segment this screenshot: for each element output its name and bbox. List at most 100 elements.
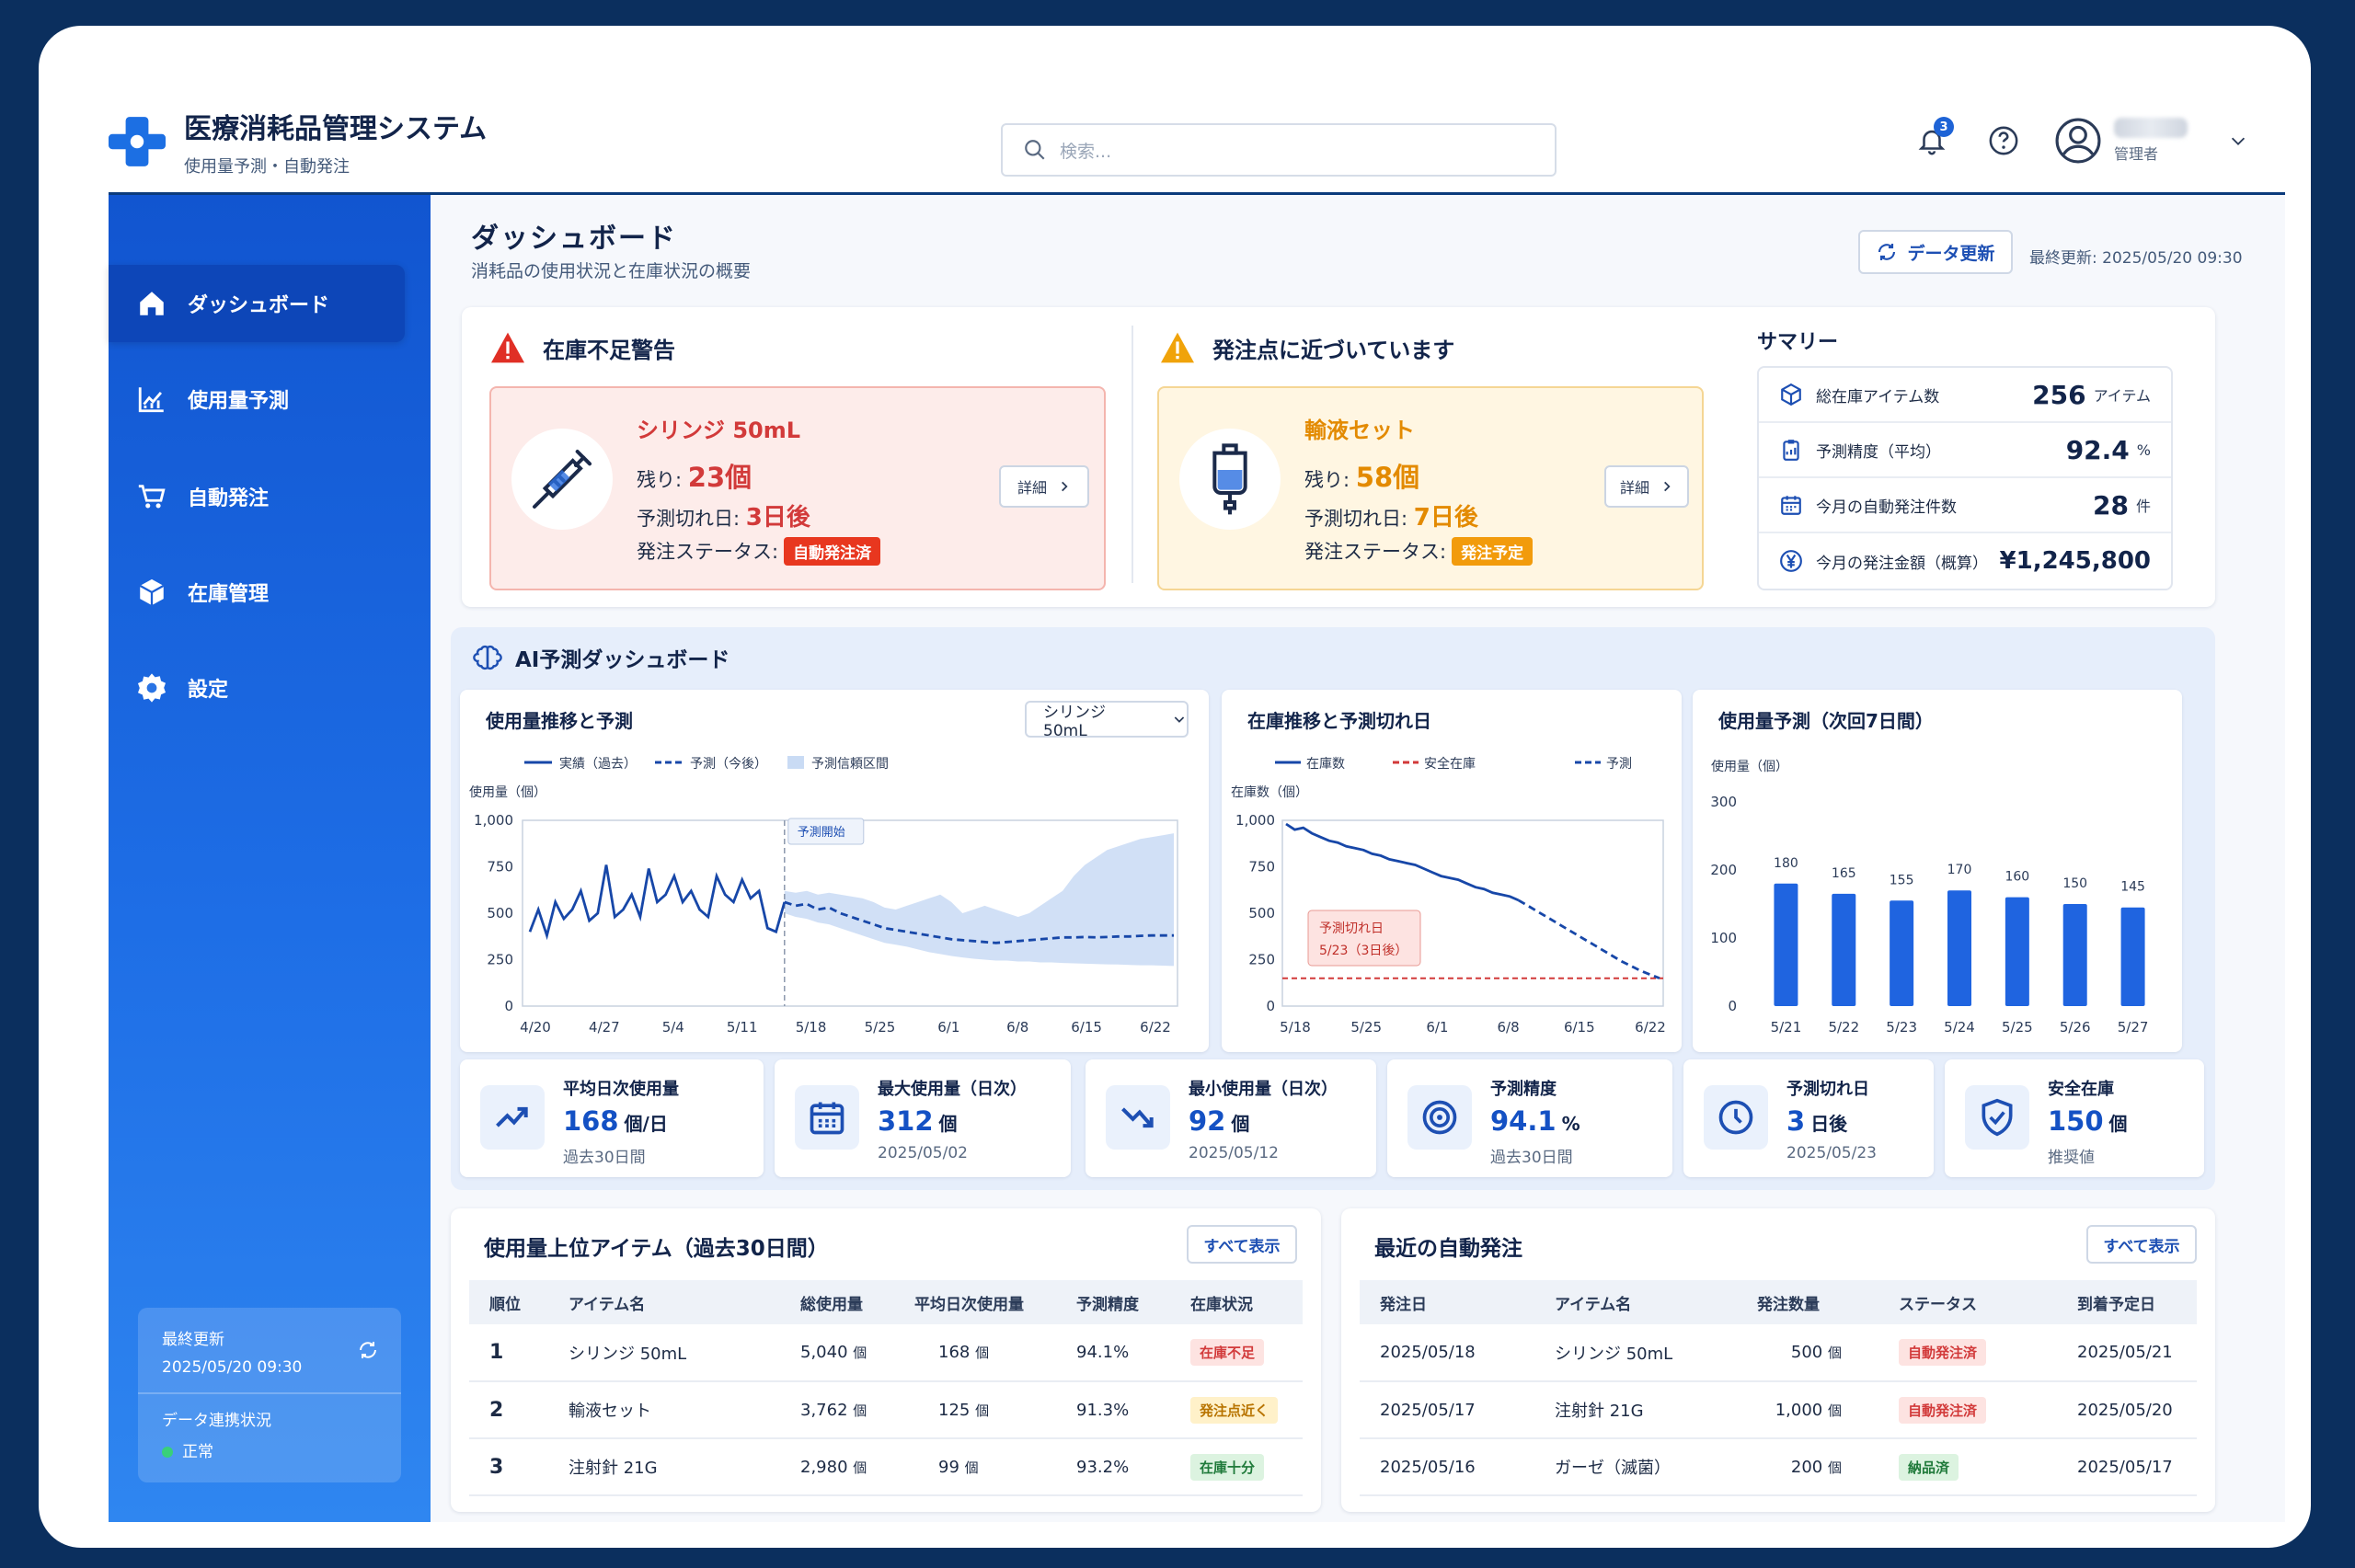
order-qty: 200 個 <box>1737 1438 1878 1496</box>
cube-icon <box>1781 383 1801 406</box>
y-tick-label: 100 <box>1710 930 1737 946</box>
x-tick-label: 5/22 <box>1828 1019 1859 1036</box>
x-tick-label: 6/8 <box>1498 1019 1520 1036</box>
gear-icon <box>137 673 167 703</box>
last-update-value: 2025/05/20 09:30 <box>162 1358 303 1377</box>
shortage-remaining: 23個 <box>687 462 752 493</box>
bar-value-label: 145 <box>2120 880 2145 895</box>
forecast-bar <box>1947 890 1971 1006</box>
item-name: シリンジ 50mL <box>548 1324 780 1382</box>
table-row[interactable]: 2 輸液セット 3,762 個 125 個 91.3% 発注点近く <box>469 1381 1303 1439</box>
warning-icon <box>1161 332 1194 363</box>
user-name-blurred <box>2114 118 2188 138</box>
forecast-bar <box>2062 904 2087 1006</box>
x-tick-label: 6/1 <box>1426 1019 1448 1036</box>
top-items-card: 使用量上位アイテム（過去30日間） すべて表示 順位 アイテム名 総使用量 平均… <box>451 1208 1321 1512</box>
near-reorder-alert-card[interactable]: 輸液セット 残り: 58個 予測切れ日: 7日後 発注ステータス: 発注予定 詳細 <box>1157 386 1704 590</box>
home-icon <box>140 292 164 315</box>
top-items-view-all-button[interactable]: すべて表示 <box>1187 1225 1297 1264</box>
total-usage: 3,762 個 <box>780 1381 894 1439</box>
accuracy: 93.2% <box>1056 1438 1170 1496</box>
shield-icon <box>1965 1085 2029 1150</box>
order-status: 納品済 <box>1878 1438 2057 1496</box>
recent-orders-view-all-button[interactable]: すべて表示 <box>2086 1225 2197 1264</box>
bar-value-label: 155 <box>1890 873 1914 887</box>
sidebar-item-label: 在庫管理 <box>188 583 270 606</box>
sync-icon[interactable] <box>357 1339 379 1361</box>
shortage-detail-button[interactable]: 詳細 <box>999 465 1089 508</box>
user-menu[interactable]: 管理者 <box>2055 118 2248 164</box>
x-tick-label: 5/11 <box>727 1019 758 1036</box>
recent-orders-card: 最近の自動発注 すべて表示 発注日 アイテム名 発注数量 ステータス 到着予定日… <box>1341 1208 2215 1512</box>
order-qty: 1,000 個 <box>1737 1381 1878 1439</box>
summary-row: 今月の自動発注件数 28 件 <box>1759 478 2171 533</box>
near-remaining: 58個 <box>1355 462 1420 493</box>
app-window: 医療消耗品管理システム 使用量予測・自動発注 検索... 3 管理者 ダッシュボ… <box>39 26 2311 1548</box>
sidebar-item-auto-order[interactable]: 自動発注 <box>109 458 405 535</box>
status-badge: 発注予定 <box>1452 537 1534 566</box>
order-date: 2025/05/17 <box>1360 1381 1534 1439</box>
order-date: 2025/05/18 <box>1360 1324 1534 1382</box>
table-row[interactable]: 2025/05/18 シリンジ 50mL 500 個自動発注済 2025/05/21 <box>1360 1324 2197 1382</box>
sidebar-item-dashboard[interactable]: ダッシュボード <box>109 265 405 342</box>
x-tick-label: 5/4 <box>662 1019 684 1036</box>
summary-row: 予測精度（平均） 92.4% <box>1759 423 2171 478</box>
top-items-table: 順位 アイテム名 総使用量 平均日次使用量 予測精度 在庫状況 1 シリンジ 50… <box>469 1280 1303 1496</box>
page-subtitle: 消耗品の使用状況と在庫状況の概要 <box>471 261 752 281</box>
stock-status: 在庫十分 <box>1170 1438 1303 1496</box>
chevron-down-icon <box>2231 137 2246 145</box>
refresh-button[interactable]: データ更新 <box>1858 230 2013 274</box>
stat-safety-stock: 安全在庫 150 個 推奨値 <box>1945 1059 2204 1177</box>
main-content: ダッシュボード 消耗品の使用状況と在庫状況の概要 データ更新 最終更新: 202… <box>431 195 2285 1522</box>
stock-forecast-line <box>1517 898 1660 980</box>
search-input[interactable]: 検索... <box>1001 123 1557 177</box>
stat-max-daily: 最大使用量（日次） 312 個 2025/05/02 <box>775 1059 1071 1177</box>
notification-button[interactable]: 3 <box>1912 117 1954 161</box>
y-tick-label: 1,000 <box>1235 812 1275 829</box>
rank: 3 <box>469 1438 548 1496</box>
sidebar-item-inventory[interactable]: 在庫管理 <box>109 554 405 631</box>
forecast-bar <box>2005 897 2029 1006</box>
stat-accuracy: 予測精度 94.1% 過去30日間 <box>1387 1059 1672 1177</box>
annotation-label: 予測開始 <box>798 826 845 840</box>
clipboard-icon <box>1783 440 1799 461</box>
y-tick-label: 750 <box>1248 859 1275 876</box>
table-row[interactable]: 3 注射針 21G 2,980 個 99 個 93.2% 在庫十分 <box>469 1438 1303 1496</box>
eta-date: 2025/05/20 <box>2057 1381 2197 1439</box>
near-detail-button[interactable]: 詳細 <box>1604 465 1689 508</box>
app-logo[interactable]: 医療消耗品管理システム 使用量予測・自動発注 <box>109 106 808 177</box>
y-tick-label: 500 <box>1248 905 1275 921</box>
order-date: 2025/05/16 <box>1360 1438 1534 1496</box>
refresh-icon <box>1878 244 1896 260</box>
x-tick-label: 5/26 <box>2060 1019 2091 1036</box>
order-status: 自動発注済 <box>1878 1324 2057 1382</box>
help-button[interactable] <box>1983 120 2024 161</box>
legend-label: 予測 <box>1606 757 1632 772</box>
trend-up-icon <box>480 1085 545 1150</box>
syringe-icon <box>511 429 613 530</box>
summary-title: サマリー <box>1757 331 1839 354</box>
table-row[interactable]: 2025/05/16 ガーゼ（滅菌） 200 個納品済 2025/05/17 <box>1360 1438 2197 1496</box>
x-tick-label: 5/18 <box>1280 1019 1311 1036</box>
y-axis-label: 使用量（個） <box>469 784 546 800</box>
shortage-alert-card[interactable]: シリンジ 50mL 残り: 23個 予測切れ日: 3日後 発注ステータス: 自動発… <box>489 386 1106 590</box>
recent-orders-title: 最近の自動発注 <box>1374 1237 1522 1261</box>
table-row[interactable]: 1 シリンジ 50mL 5,040 個 168 個 94.1% 在庫不足 <box>469 1324 1303 1382</box>
help-icon <box>1989 126 2018 155</box>
y-axis-label: 使用量（個） <box>1711 759 1788 774</box>
stock-status: 在庫不足 <box>1170 1324 1303 1382</box>
stat-runout: 予測切れ日 3 日後 2025/05/23 <box>1683 1059 1934 1177</box>
item-name: 注射針 21G <box>1534 1381 1737 1439</box>
status-badge: 自動発注済 <box>1899 1396 1987 1424</box>
accuracy: 91.3% <box>1056 1381 1170 1439</box>
near-item-name: 輸液セット <box>1304 418 1415 443</box>
x-tick-label: 6/15 <box>1071 1019 1102 1036</box>
legend-label: 実績（過去） <box>559 757 637 772</box>
sidebar-item-usage-forecast[interactable]: 使用量予測 <box>109 361 405 438</box>
table-row[interactable]: 2025/05/17 注射針 21G 1,000 個自動発注済 2025/05/20 <box>1360 1381 2197 1439</box>
avg-usage: 125 個 <box>894 1381 1056 1439</box>
iv-bag-icon <box>1179 429 1281 530</box>
order-status: 自動発注済 <box>1878 1381 2057 1439</box>
sidebar-item-settings[interactable]: 設定 <box>109 649 405 727</box>
bar-value-label: 180 <box>1774 856 1798 871</box>
